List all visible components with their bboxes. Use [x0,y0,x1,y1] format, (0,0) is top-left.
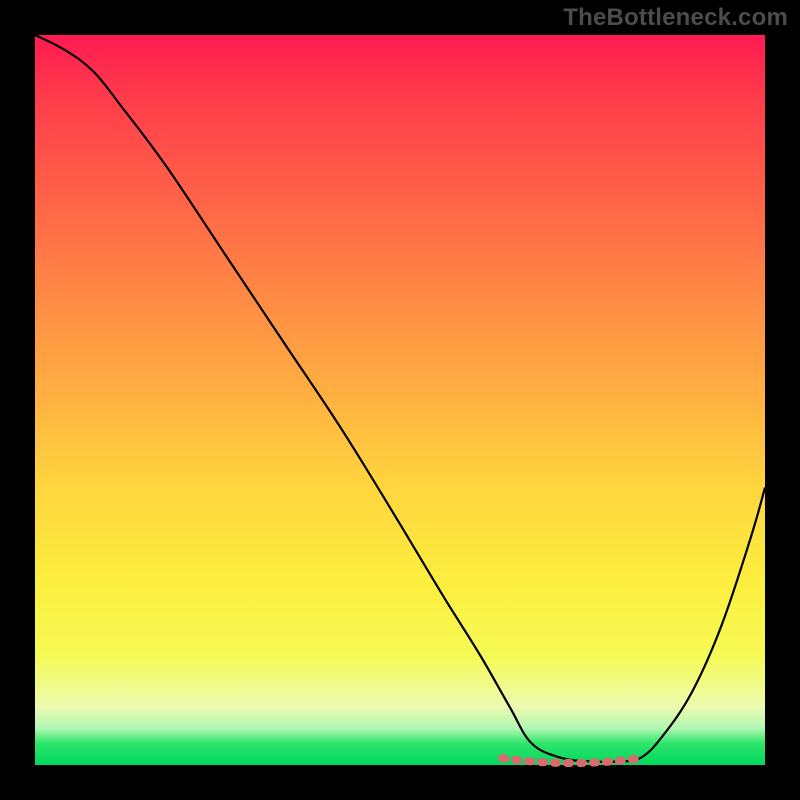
bottleneck-curve-path [35,35,765,762]
highlight-segment [502,758,641,763]
curve-svg [35,35,765,765]
plot-area [35,35,765,765]
watermark-text: TheBottleneck.com [563,4,788,32]
chart-frame: TheBottleneck.com [0,0,800,800]
